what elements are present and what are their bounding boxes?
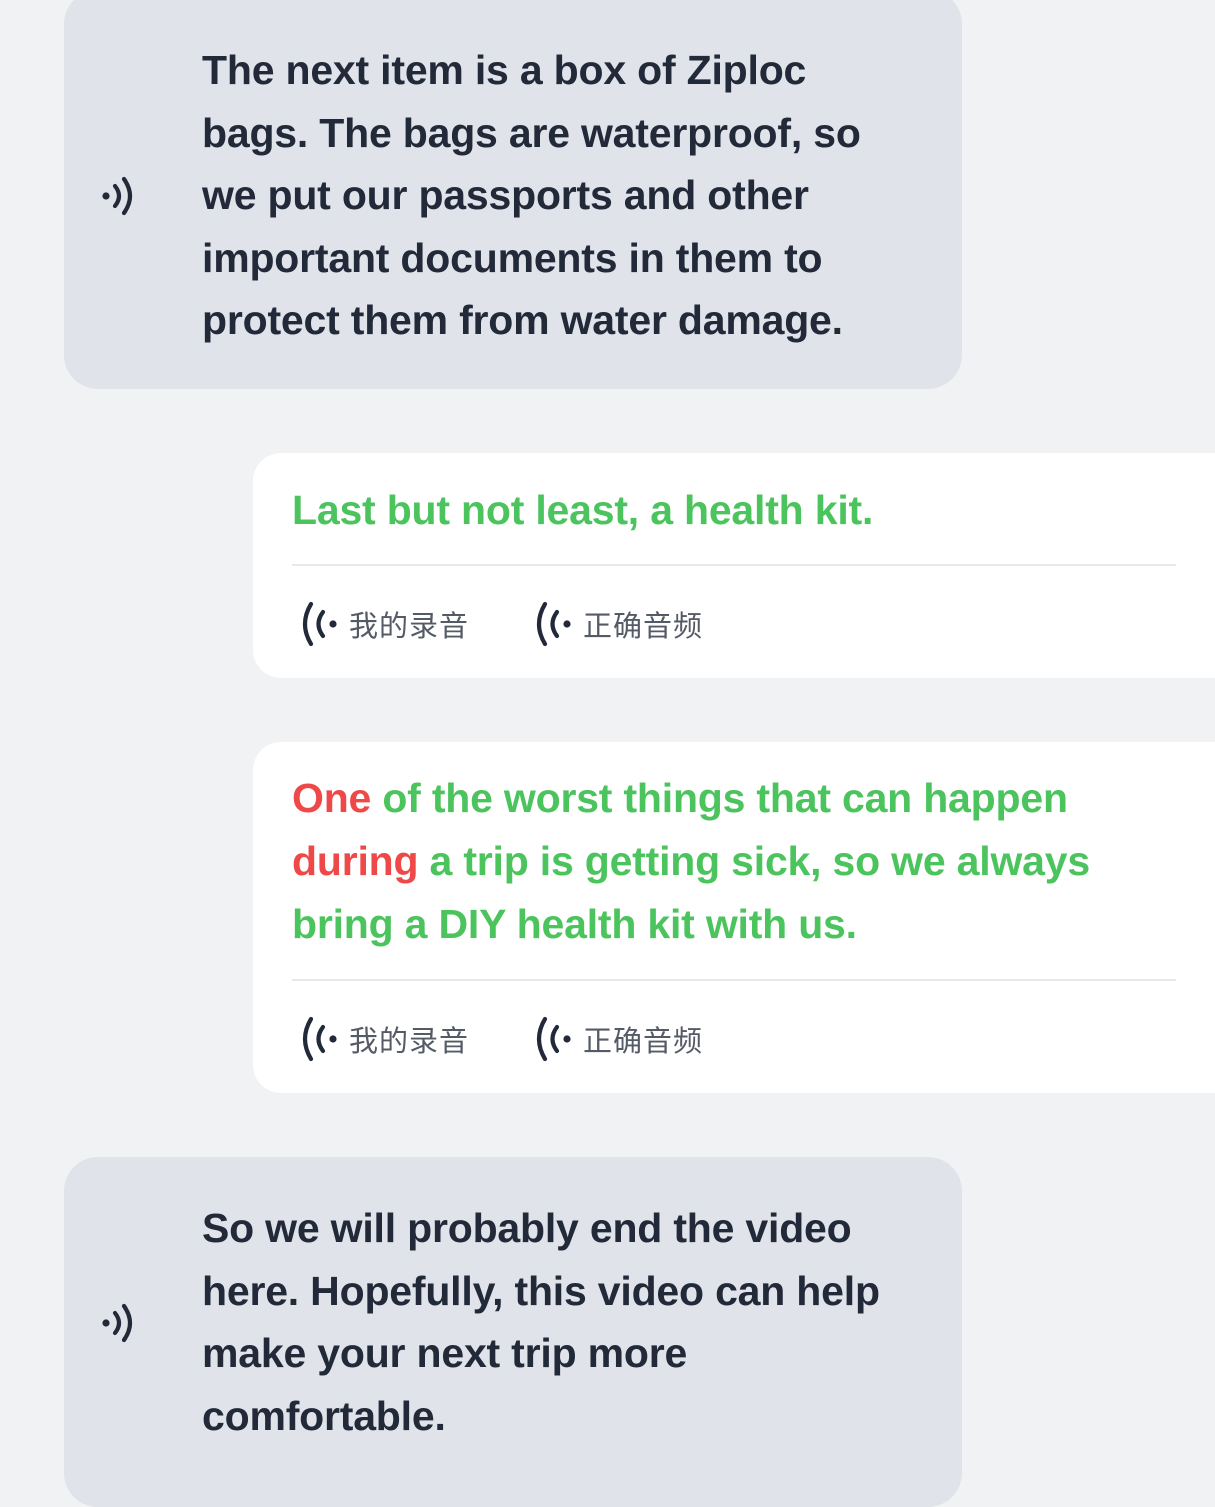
- sentence-segment-incorrect: One: [292, 775, 372, 821]
- recording-wave-icon: [302, 601, 337, 647]
- audio-wave-icon: [536, 1016, 571, 1062]
- sentence-segment-incorrect: during: [292, 838, 419, 884]
- correct-audio-button[interactable]: 正确音频: [533, 599, 703, 649]
- user-sentence: Last but not least, a health kit.: [292, 479, 1132, 542]
- correct-audio-button[interactable]: 正确音频: [533, 1014, 703, 1064]
- divider: [292, 979, 1176, 981]
- sentence-segment: of the worst things that can happen: [371, 775, 1068, 821]
- recording-wave-icon: [302, 1016, 337, 1062]
- speaker-icon[interactable]: [98, 167, 146, 223]
- speaker-message-text: So we will probably end the video here. …: [202, 1205, 880, 1439]
- sentence-segment: Last but not least, a health kit.: [292, 487, 874, 533]
- audio-wave-icon: [536, 601, 571, 647]
- my-recording-button[interactable]: 我的录音: [299, 1014, 469, 1064]
- speaker-message-text: The next item is a box of Ziploc bags. T…: [202, 47, 861, 343]
- my-recording-label: 我的录音: [349, 609, 470, 643]
- speaker-message-bubble: The next item is a box of Ziploc bags. T…: [64, 0, 962, 389]
- my-recording-label: 我的录音: [349, 1024, 470, 1058]
- user-sentence: One of the worst things that can happen …: [292, 767, 1132, 956]
- my-recording-button[interactable]: 我的录音: [299, 599, 469, 649]
- speaker-message-bubble: So we will probably end the video here. …: [64, 1157, 962, 1507]
- speaker-icon[interactable]: [98, 1294, 146, 1350]
- user-sentence-card: One of the worst things that can happen …: [253, 742, 1215, 1093]
- divider: [292, 564, 1176, 566]
- correct-audio-label: 正确音频: [583, 1024, 704, 1058]
- user-sentence-card: Last but not least, a health kit. 我的录音 正…: [253, 453, 1215, 678]
- correct-audio-label: 正确音频: [583, 609, 704, 643]
